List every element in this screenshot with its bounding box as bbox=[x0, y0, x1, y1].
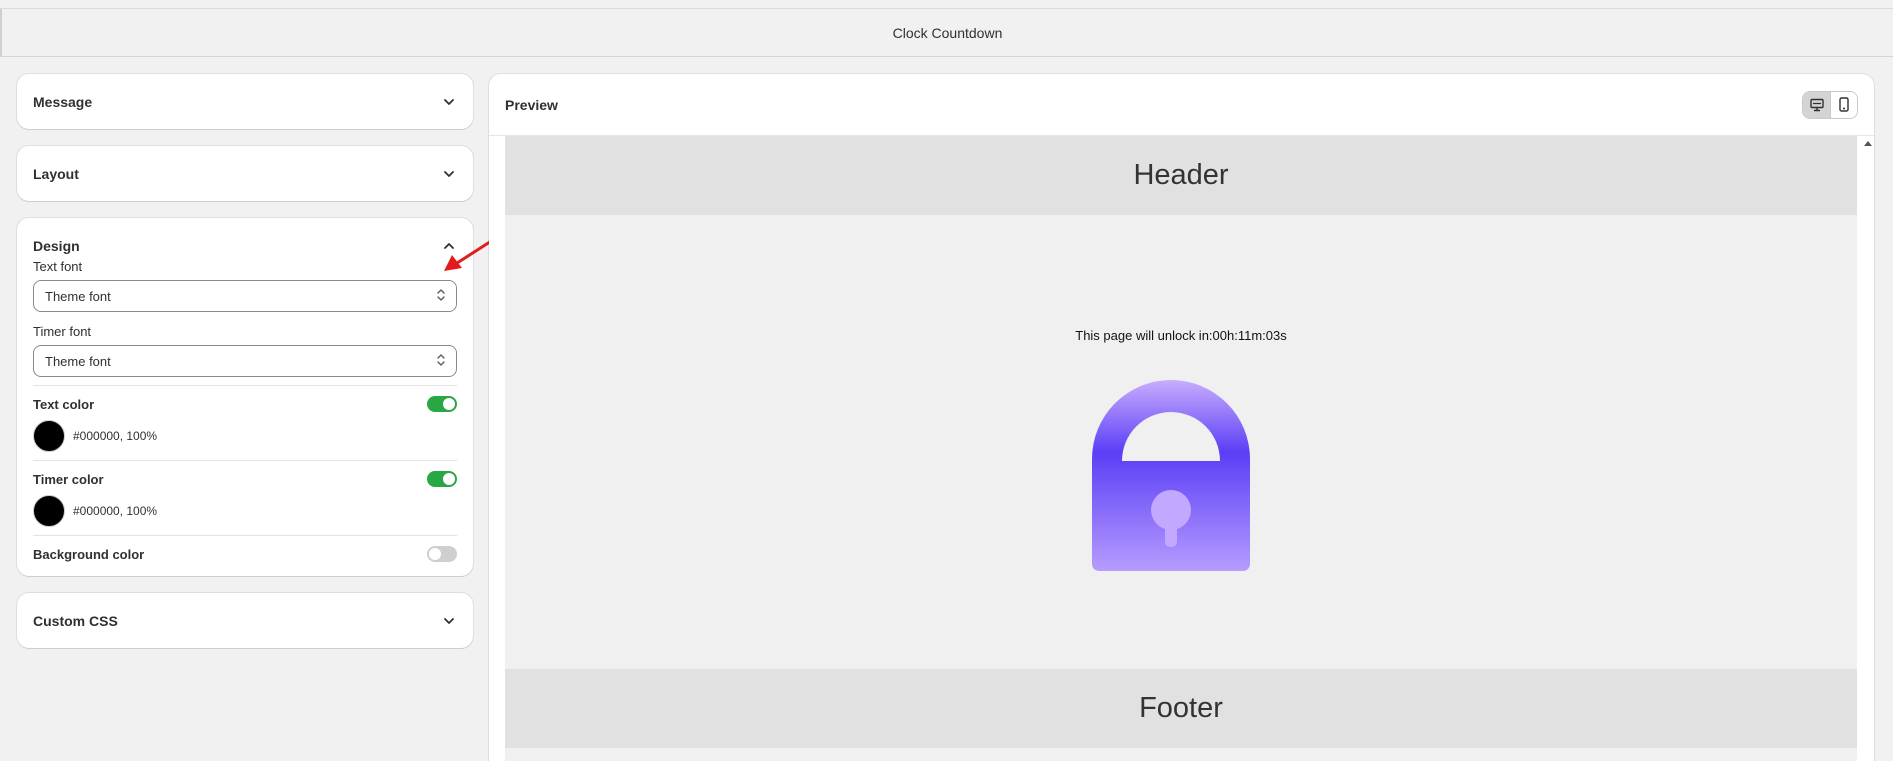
desktop-view-button[interactable] bbox=[1803, 91, 1830, 118]
text-font-value: Theme font bbox=[45, 288, 111, 304]
chevron-down-icon bbox=[441, 94, 457, 110]
timer-font-select[interactable]: Theme font bbox=[33, 345, 457, 377]
divider bbox=[33, 535, 457, 536]
text-color-value: #000000, 100% bbox=[73, 429, 158, 443]
timer-color-picker: #000000, 100% bbox=[33, 495, 457, 527]
settings-panel: Message Layout Design Text font Theme fo… bbox=[17, 74, 473, 665]
text-color-label: Text color bbox=[33, 396, 95, 412]
timer-font-label: Timer font bbox=[33, 324, 92, 339]
text-color-toggle[interactable] bbox=[427, 396, 457, 412]
app-title-bar: Clock Countdown bbox=[0, 9, 1893, 57]
text-color-swatch[interactable] bbox=[33, 420, 65, 452]
unlock-message: This page will unlock in:00h:11m:03s bbox=[1075, 328, 1287, 343]
timer-color-swatch[interactable] bbox=[33, 495, 65, 527]
custom-css-section-label: Custom CSS bbox=[33, 612, 118, 629]
custom-css-section: Custom CSS bbox=[17, 593, 473, 648]
custom-css-section-toggle[interactable]: Custom CSS bbox=[17, 593, 473, 648]
preview-panel: Preview Header This page will unlock in:… bbox=[489, 74, 1874, 761]
preview-title: Preview bbox=[505, 96, 558, 113]
chevron-down-icon bbox=[441, 166, 457, 182]
scroll-up-arrow-icon[interactable] bbox=[1862, 138, 1874, 148]
preview-header-text: Header bbox=[1133, 159, 1229, 191]
timer-color-label: Timer color bbox=[33, 471, 104, 487]
layout-section: Layout bbox=[17, 146, 473, 201]
mobile-view-button[interactable] bbox=[1830, 91, 1857, 118]
message-section-toggle[interactable]: Message bbox=[17, 74, 473, 129]
device-toggle-group bbox=[1802, 90, 1858, 119]
timer-color-value: #000000, 100% bbox=[73, 504, 158, 518]
lock-icon bbox=[1090, 379, 1252, 578]
preview-canvas: Header This page will unlock in:00h:11m:… bbox=[505, 136, 1857, 761]
preview-header: Preview bbox=[489, 74, 1874, 136]
window-top-strip bbox=[0, 0, 1893, 9]
background-color-label: Background color bbox=[33, 546, 145, 562]
layout-section-label: Layout bbox=[33, 165, 79, 182]
select-arrows-icon bbox=[436, 353, 446, 370]
chevron-down-icon bbox=[441, 613, 457, 629]
message-section: Message bbox=[17, 74, 473, 129]
text-font-select[interactable]: Theme font bbox=[33, 280, 457, 312]
preview-page-header: Header bbox=[505, 136, 1857, 215]
app-title: Clock Countdown bbox=[892, 24, 1003, 41]
divider bbox=[33, 385, 457, 386]
background-color-toggle[interactable] bbox=[427, 546, 457, 562]
preview-page-footer: Footer bbox=[505, 669, 1857, 748]
mobile-icon bbox=[1839, 97, 1849, 112]
preview-footer-text: Footer bbox=[1139, 692, 1223, 724]
layout-section-toggle[interactable]: Layout bbox=[17, 146, 473, 201]
desktop-icon bbox=[1809, 98, 1824, 111]
design-section: Design Text font Theme font Timer font T… bbox=[17, 218, 473, 576]
design-section-body: Text font Theme font Timer font Theme fo… bbox=[17, 259, 473, 576]
background-color-row: Background color bbox=[33, 546, 457, 562]
timer-color-row: Timer color bbox=[33, 471, 457, 487]
text-color-row: Text color bbox=[33, 396, 457, 412]
preview-scrollbar[interactable] bbox=[1862, 136, 1874, 761]
divider bbox=[33, 460, 457, 461]
design-section-label: Design bbox=[33, 237, 80, 254]
select-arrows-icon bbox=[436, 288, 446, 305]
timer-font-value: Theme font bbox=[45, 353, 111, 369]
text-font-label: Text font bbox=[33, 259, 83, 274]
timer-color-toggle[interactable] bbox=[427, 471, 457, 487]
text-color-picker: #000000, 100% bbox=[33, 420, 457, 452]
message-section-label: Message bbox=[33, 93, 93, 110]
